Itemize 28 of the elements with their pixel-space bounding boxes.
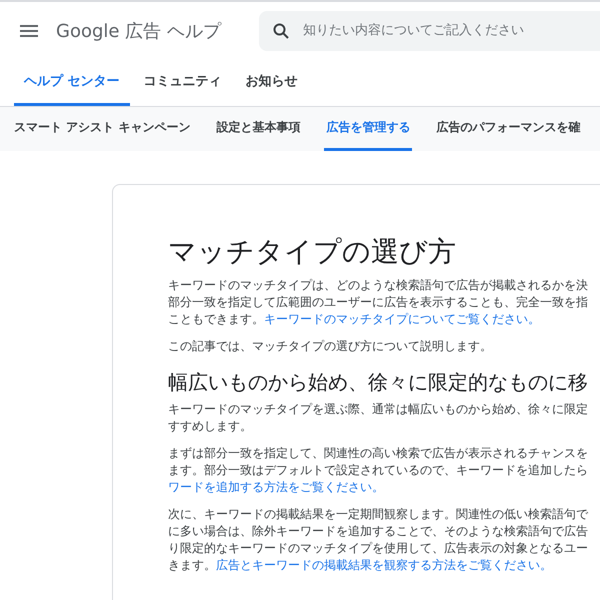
category-tab[interactable]: 設定と基本事項 bbox=[214, 107, 302, 151]
help-link[interactable]: 広告とキーワードの掲載結果を観察する方法をご覧ください。 bbox=[216, 558, 552, 572]
section-heading: 幅広いものから始め、徐々に限定的なものに移 bbox=[168, 369, 589, 395]
help-link[interactable]: ワードを追加する方法をご覧ください。 bbox=[168, 480, 384, 494]
paragraph-line: まずは部分一致を指定して、関連性の高い検索で広告が表示されるチャンスを bbox=[168, 445, 589, 462]
search-input[interactable]: 知りたい内容についてご記入ください bbox=[300, 22, 600, 39]
paragraph-line: に多い場合は、除外キーワードを追加することで、そのような検索語句で広告 bbox=[168, 523, 589, 540]
search-icon bbox=[272, 22, 289, 38]
paragraph-line: こともできます。キーワードのマッチタイプについてご覧ください。 bbox=[168, 311, 541, 328]
nav-tab[interactable]: コミュニティ bbox=[134, 59, 232, 106]
paragraph-line: ます。部分一致はデフォルトで設定されているので、キーワードを追加したら bbox=[168, 462, 589, 479]
paragraph-line: 部分一致を指定して広範囲のユーザーに広告を表示することも、完全一致を指 bbox=[168, 294, 589, 311]
site-title[interactable]: Google 広告 ヘルプ bbox=[56, 18, 221, 42]
paragraph-line: この記事では、マッチタイプの選び方について説明します。 bbox=[168, 338, 493, 355]
category-tab[interactable]: 広告を管理する bbox=[324, 107, 412, 151]
paragraph-line: 次に、キーワードの掲載結果を一定期間観察します。関連性の低い検索語句で bbox=[168, 506, 590, 523]
nav-tab[interactable]: お知らせ bbox=[236, 59, 308, 106]
article-title: マッチタイプの選び方 bbox=[168, 235, 457, 269]
paragraph-line: キーワードのマッチタイプは、どのような検索語句で広告が掲載されるかを決 bbox=[168, 277, 589, 294]
paragraph-line: すすめします。 bbox=[168, 418, 253, 435]
paragraph-line: きます。広告とキーワードの掲載結果を観察する方法をご覧ください。 bbox=[168, 557, 553, 574]
category-tab[interactable]: 広告のパフォーマンスを確 bbox=[434, 107, 582, 151]
paragraph-line: り限定的なキーワードのマッチタイプを使用して、広告表示の対象となるユー bbox=[168, 540, 589, 557]
paragraph-line: キーワードのマッチタイプを選ぶ際、通常は幅広いものから始め、徐々に限定 bbox=[168, 401, 589, 418]
search-field[interactable]: 知りたい内容についてご記入ください bbox=[258, 10, 600, 50]
help-link[interactable]: キーワードのマッチタイプについてご覧ください。 bbox=[264, 312, 540, 326]
menu-icon[interactable] bbox=[20, 24, 38, 36]
category-tab[interactable]: スマート アシスト キャンペーン bbox=[12, 107, 192, 151]
